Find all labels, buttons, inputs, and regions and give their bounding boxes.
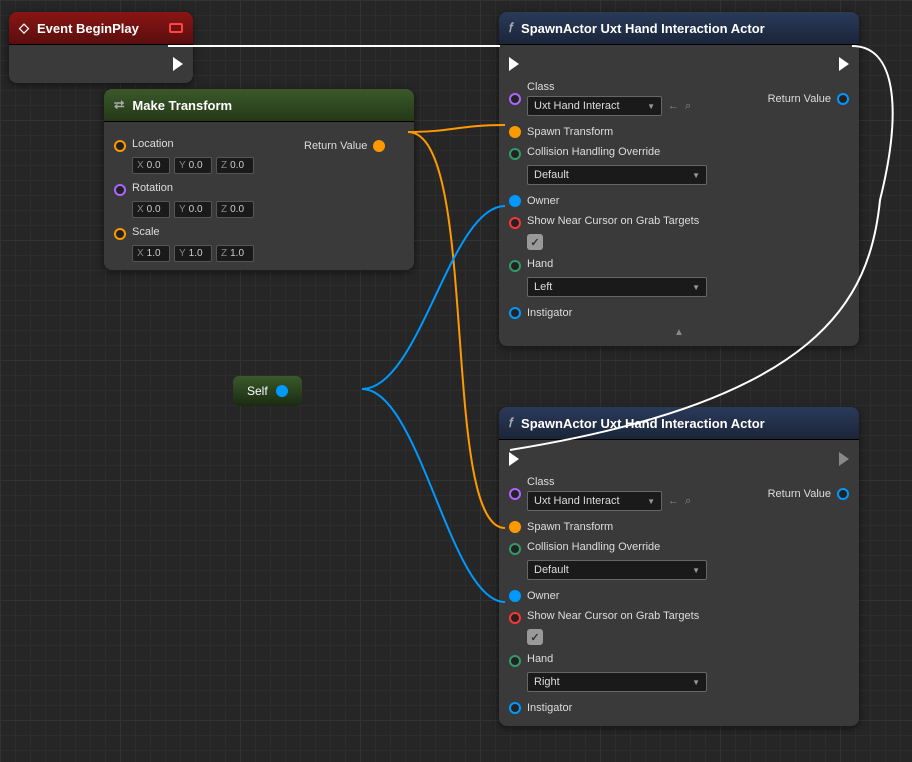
location-label: Location — [132, 138, 174, 150]
loc-z-input[interactable]: Z0.0 — [216, 157, 254, 174]
hand-select[interactable]: Left▼ — [527, 277, 707, 297]
scl-y-input[interactable]: Y1.0 — [174, 245, 212, 262]
custom-event-icon — [169, 23, 183, 33]
loc-y-input[interactable]: Y0.0 — [174, 157, 212, 174]
nav-back-icon[interactable]: ← — [668, 495, 679, 507]
function-icon: 𝑓 — [509, 415, 513, 431]
cursor-pin[interactable] — [509, 217, 521, 229]
cursor-pin[interactable] — [509, 612, 521, 624]
diamond-icon: ◇ — [19, 20, 29, 36]
transform-title: Make Transform — [132, 98, 232, 113]
return-value-label: Return Value — [304, 140, 367, 152]
self-label: Self — [247, 384, 268, 398]
function-icon: 𝑓 — [509, 20, 513, 36]
rot-z-input[interactable]: Z0.0 — [216, 201, 254, 218]
return-value-pin[interactable] — [837, 93, 849, 105]
collision-pin[interactable] — [509, 543, 521, 555]
class-pin[interactable] — [509, 488, 521, 500]
spawn-transform-pin[interactable] — [509, 521, 521, 533]
spawn-transform-label: Spawn Transform — [527, 126, 613, 138]
spawn1-title: SpawnActor Uxt Hand Interaction Actor — [521, 21, 765, 36]
scale-pin[interactable] — [114, 228, 126, 240]
return-value-pin[interactable] — [837, 488, 849, 500]
cursor-checkbox[interactable]: ✓ — [527, 234, 543, 250]
hand-pin[interactable] — [509, 260, 521, 272]
owner-label: Owner — [527, 195, 559, 207]
class-select[interactable]: Uxt Hand Interact▼ — [527, 96, 662, 116]
scl-z-input[interactable]: Z1.0 — [216, 245, 254, 262]
return-value-pin[interactable] — [373, 140, 385, 152]
exec-out-pin[interactable] — [839, 57, 849, 71]
exec-in-pin[interactable] — [509, 57, 519, 71]
browse-icon[interactable]: ⌕ — [685, 100, 691, 113]
nav-back-icon[interactable]: ← — [668, 100, 679, 112]
rotation-label: Rotation — [132, 182, 173, 194]
hand-label: Hand — [527, 653, 553, 665]
collision-label: Collision Handling Override — [527, 146, 660, 158]
return-value-label: Return Value — [768, 488, 831, 500]
browse-icon[interactable]: ⌕ — [685, 495, 691, 508]
exec-out-pin[interactable] — [173, 57, 183, 71]
class-pin[interactable] — [509, 93, 521, 105]
node-spawn-actor-2[interactable]: 𝑓 SpawnActor Uxt Hand Interaction Actor … — [499, 407, 859, 726]
cursor-label: Show Near Cursor on Grab Targets — [527, 610, 699, 622]
instigator-pin[interactable] — [509, 307, 521, 319]
hand-label: Hand — [527, 258, 553, 270]
node-event-beginplay[interactable]: ◇ Event BeginPlay — [9, 12, 193, 83]
collision-pin[interactable] — [509, 148, 521, 160]
rot-x-input[interactable]: X0.0 — [132, 201, 170, 218]
collision-select[interactable]: Default▼ — [527, 560, 707, 580]
scale-label: Scale — [132, 226, 160, 238]
hand-pin[interactable] — [509, 655, 521, 667]
class-label: Class — [527, 476, 762, 488]
rot-y-input[interactable]: Y0.0 — [174, 201, 212, 218]
function-icon: ⮂ — [114, 97, 124, 113]
return-value-label: Return Value — [768, 93, 831, 105]
class-label: Class — [527, 81, 762, 93]
collapse-arrow-icon[interactable]: ▲ — [509, 323, 849, 338]
cursor-checkbox[interactable]: ✓ — [527, 629, 543, 645]
spawn-transform-label: Spawn Transform — [527, 521, 613, 533]
instigator-pin[interactable] — [509, 702, 521, 714]
event-title: Event BeginPlay — [37, 21, 139, 36]
scl-x-input[interactable]: X1.0 — [132, 245, 170, 262]
owner-label: Owner — [527, 590, 559, 602]
spawn-transform-pin[interactable] — [509, 126, 521, 138]
location-pin[interactable] — [114, 140, 126, 152]
collision-select[interactable]: Default▼ — [527, 165, 707, 185]
self-out-pin[interactable] — [276, 385, 288, 397]
class-select[interactable]: Uxt Hand Interact▼ — [527, 491, 662, 511]
node-make-transform[interactable]: ⮂ Make Transform Location X0.0 Y0.0 Z0.0… — [104, 89, 414, 270]
spawn2-title: SpawnActor Uxt Hand Interaction Actor — [521, 416, 765, 431]
node-spawn-actor-1[interactable]: 𝑓 SpawnActor Uxt Hand Interaction Actor … — [499, 12, 859, 346]
owner-pin[interactable] — [509, 195, 521, 207]
cursor-label: Show Near Cursor on Grab Targets — [527, 215, 699, 227]
exec-out-pin[interactable] — [839, 452, 849, 466]
instigator-label: Instigator — [527, 307, 572, 319]
collision-label: Collision Handling Override — [527, 541, 660, 553]
hand-select[interactable]: Right▼ — [527, 672, 707, 692]
exec-in-pin[interactable] — [509, 452, 519, 466]
loc-x-input[interactable]: X0.0 — [132, 157, 170, 174]
node-self[interactable]: Self — [233, 376, 302, 406]
rotation-pin[interactable] — [114, 184, 126, 196]
instigator-label: Instigator — [527, 702, 572, 714]
owner-pin[interactable] — [509, 590, 521, 602]
